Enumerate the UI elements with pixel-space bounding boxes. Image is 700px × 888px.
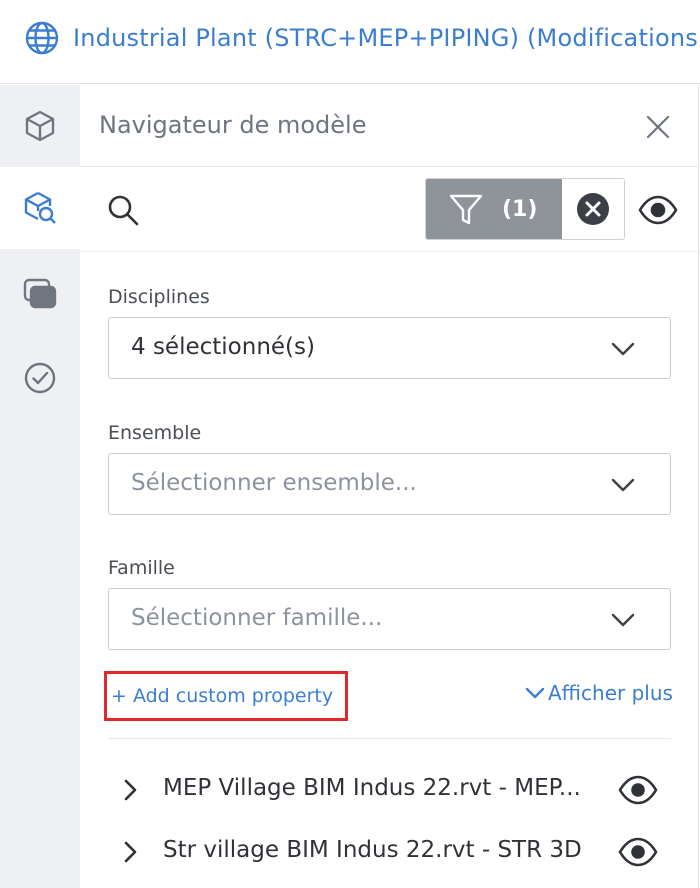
rail-button-model-browser[interactable] [0,167,80,249]
filter-count: (1) [502,196,538,222]
rail-button-3d-model[interactable] [0,85,80,167]
famille-select[interactable]: Sélectionner famille... [108,588,671,650]
model-browser-icon [24,191,56,224]
model-name: Str village BIM Indus 22.rvt - STR 3D [163,837,582,863]
funnel-icon [449,194,483,225]
disciplines-value: 4 sélectionné(s) [131,334,315,360]
check-circle-icon [24,362,56,394]
ensemble-placeholder: Sélectionner ensemble... [131,470,417,496]
side-rail [0,85,80,888]
show-more-label: Afficher plus [548,681,673,705]
model-browser-panel: Navigateur de modèle (1) Disciplines 4 s… [80,85,700,888]
divider [108,738,671,739]
model-row[interactable]: Str village BIM Indus 22.rvt - STR 3D [108,827,671,877]
model-row[interactable]: MEP Village BIM Indus 22.rvt - MEP... [108,765,671,815]
top-bar: Industrial Plant (STRC+MEP+PIPING) (Modi… [0,0,700,84]
clear-filter-icon [577,193,609,225]
eye-icon[interactable] [618,773,658,807]
disciplines-select[interactable]: 4 sélectionné(s) [108,317,671,379]
layers-icon [23,278,57,309]
globe-icon [25,21,59,55]
panel-border [698,85,699,888]
rail-button-layers[interactable] [0,253,80,335]
add-custom-property-link[interactable]: + Add custom property [111,685,333,707]
filter-button[interactable]: (1) [426,179,562,239]
model-name: MEP Village BIM Indus 22.rvt - MEP... [163,775,581,801]
panel-title: Navigateur de modèle [99,111,367,139]
famille-placeholder: Sélectionner famille... [131,605,383,631]
disciplines-label: Disciplines [108,286,210,308]
search-icon[interactable] [106,193,142,229]
rail-button-issues[interactable] [0,337,80,419]
eye-icon[interactable] [618,835,658,869]
project-title[interactable]: Industrial Plant (STRC+MEP+PIPING) (Modi… [73,24,700,52]
clear-filter-button[interactable] [562,179,624,239]
cube-icon [25,110,55,142]
add-custom-property-highlight: + Add custom property [104,671,348,721]
panel-header: Navigateur de modèle [80,85,698,167]
eye-icon[interactable] [638,192,678,228]
ensemble-select[interactable]: Sélectionner ensemble... [108,453,671,515]
chevron-down-icon [525,687,545,699]
panel-toolbar: (1) [80,168,698,252]
ensemble-label: Ensemble [108,422,202,444]
chevron-down-icon [611,613,635,627]
show-more-link[interactable]: Afficher plus [524,681,673,705]
chevron-down-icon [611,478,635,492]
famille-label: Famille [108,557,175,579]
filter-group: (1) [425,178,625,240]
chevron-right-icon[interactable] [118,777,142,803]
chevron-down-icon [611,342,635,356]
close-icon[interactable] [642,111,674,143]
chevron-right-icon[interactable] [118,839,142,865]
